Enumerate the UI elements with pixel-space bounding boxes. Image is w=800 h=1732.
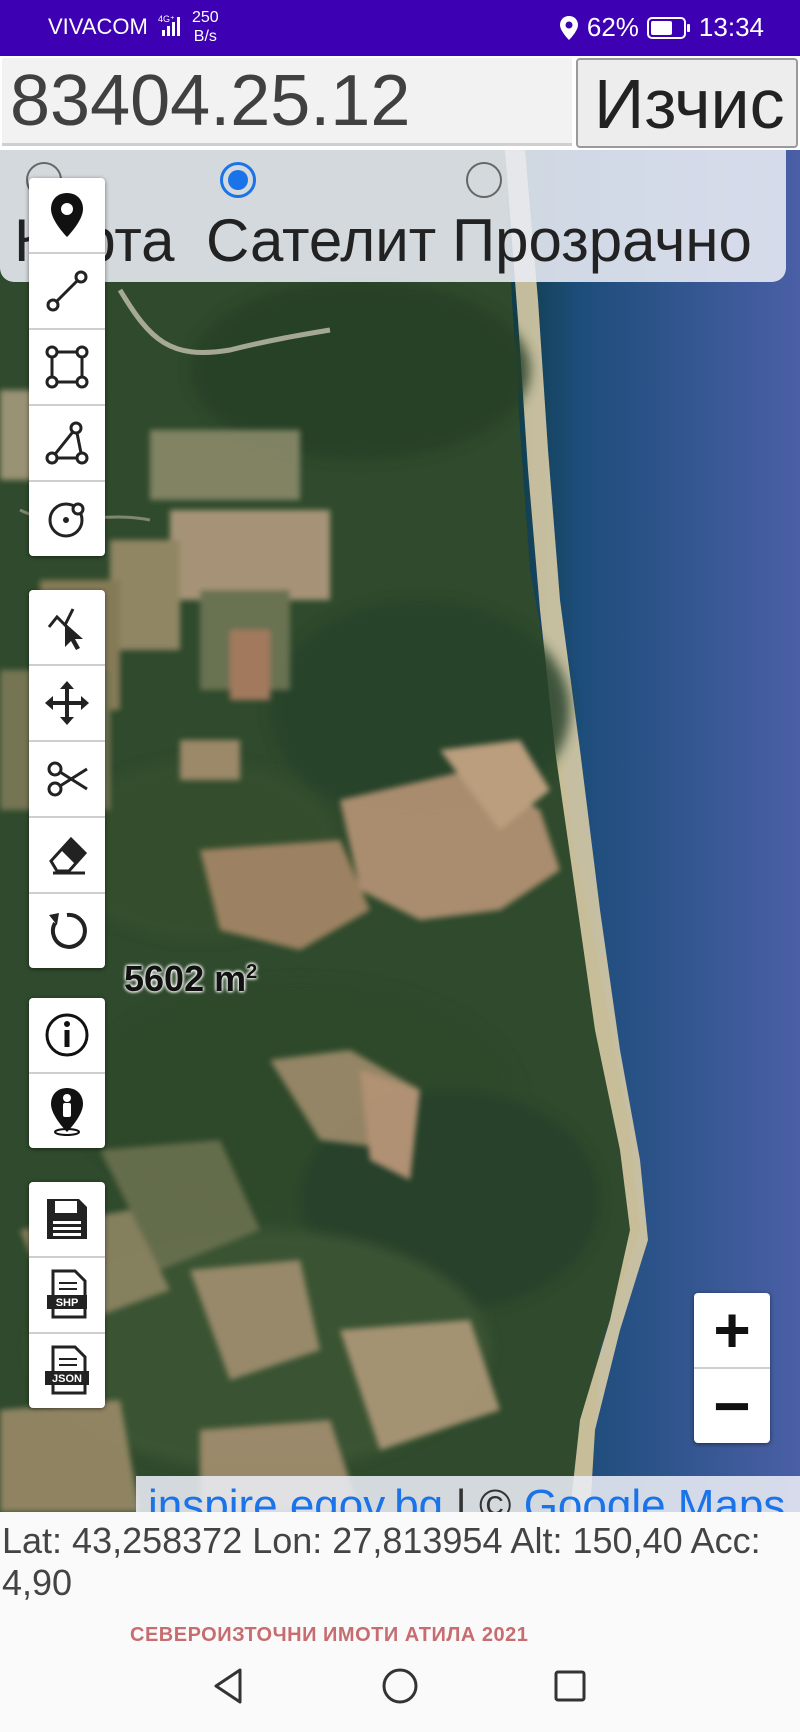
export-shp-button[interactable]: SHP	[29, 1258, 105, 1334]
cadastral-id-input[interactable]	[2, 58, 572, 146]
edit-toolbar	[29, 590, 105, 968]
status-bar: VIVACOM 4G⁺ 250 B/s 62% 13:34	[0, 0, 800, 56]
save-button[interactable]	[29, 1182, 105, 1258]
zoom-in-button[interactable]: +	[694, 1293, 770, 1369]
gps-readout: Lat: 43,258372 Lon: 27,813954 Alt: 150,4…	[2, 1520, 761, 1603]
search-row: Изчис	[0, 56, 800, 150]
move-button[interactable]	[29, 666, 105, 742]
json-file-icon: JSON	[45, 1345, 89, 1395]
area-measurement-label: 5602 m2	[124, 958, 258, 999]
map-type-selector: Карта Сателит Прозрачно	[0, 150, 786, 282]
system-nav-bar	[0, 1642, 800, 1732]
location-pin-icon	[51, 193, 83, 237]
recents-icon[interactable]	[548, 1664, 592, 1708]
add-point-button[interactable]	[29, 178, 105, 254]
radio-transparent-label[interactable]: Прозрачно	[452, 206, 752, 275]
scissors-icon	[47, 761, 88, 797]
select-button[interactable]	[29, 590, 105, 666]
undo-icon	[49, 912, 87, 949]
battery-percent: 62%	[586, 12, 639, 42]
undo-button[interactable]	[29, 894, 105, 968]
angle-measure-icon	[45, 421, 89, 465]
info-toolbar	[29, 998, 105, 1148]
carrier-name: VIVACOM	[48, 14, 148, 39]
satellite-map[interactable]	[0, 150, 800, 1512]
satellite-imagery	[0, 150, 800, 1512]
shp-file-icon: SHP	[47, 1269, 87, 1319]
map-attribution: inspire.egov.bg | © Google Maps	[136, 1476, 800, 1512]
draw-polygon-button[interactable]	[29, 330, 105, 406]
info-panel: Lat: 43,258372 Lon: 27,813954 Alt: 150,4…	[0, 1512, 800, 1646]
status-right: 62% 13:34	[559, 12, 764, 43]
info-icon	[45, 1013, 89, 1057]
eraser-icon	[49, 836, 88, 875]
info-button[interactable]	[29, 998, 105, 1074]
net-speed: 250 B/s	[192, 9, 219, 45]
calculate-button[interactable]: Изчис	[576, 58, 798, 148]
draw-circle-button[interactable]	[29, 482, 105, 556]
home-icon[interactable]	[378, 1664, 422, 1708]
erase-button[interactable]	[29, 818, 105, 894]
radio-transparent[interactable]	[466, 162, 502, 198]
save-icon	[47, 1199, 87, 1239]
battery-icon	[646, 16, 690, 39]
line-icon	[46, 270, 88, 312]
export-toolbar: SHP JSON	[29, 1182, 105, 1408]
cut-button[interactable]	[29, 742, 105, 818]
draw-line-button[interactable]	[29, 254, 105, 330]
svg-text:SHP: SHP	[56, 1297, 79, 1309]
clock: 13:34	[698, 12, 764, 42]
zoom-controls: + −	[694, 1293, 770, 1443]
my-location-button[interactable]	[29, 1074, 105, 1148]
location-status-icon	[559, 15, 578, 40]
export-json-button[interactable]: JSON	[29, 1334, 105, 1408]
attribution-link-google[interactable]: Google Maps	[524, 1481, 786, 1512]
person-location-icon	[51, 1088, 83, 1136]
move-icon	[45, 681, 89, 725]
radio-satellite-label[interactable]: Сателит	[206, 206, 436, 275]
rectangle-icon	[45, 345, 89, 389]
attribution-link-inspire[interactable]: inspire.egov.bg	[148, 1481, 443, 1512]
svg-text:JSON: JSON	[52, 1373, 82, 1385]
signal-strength-icon: 4G⁺	[158, 14, 180, 36]
zoom-out-button[interactable]: −	[694, 1369, 770, 1443]
measure-angle-button[interactable]	[29, 406, 105, 482]
circle-icon	[48, 502, 85, 538]
select-pointer-icon	[47, 608, 83, 650]
back-icon[interactable]	[206, 1664, 250, 1708]
draw-toolbar	[29, 178, 105, 556]
radio-satellite[interactable]	[220, 162, 256, 198]
